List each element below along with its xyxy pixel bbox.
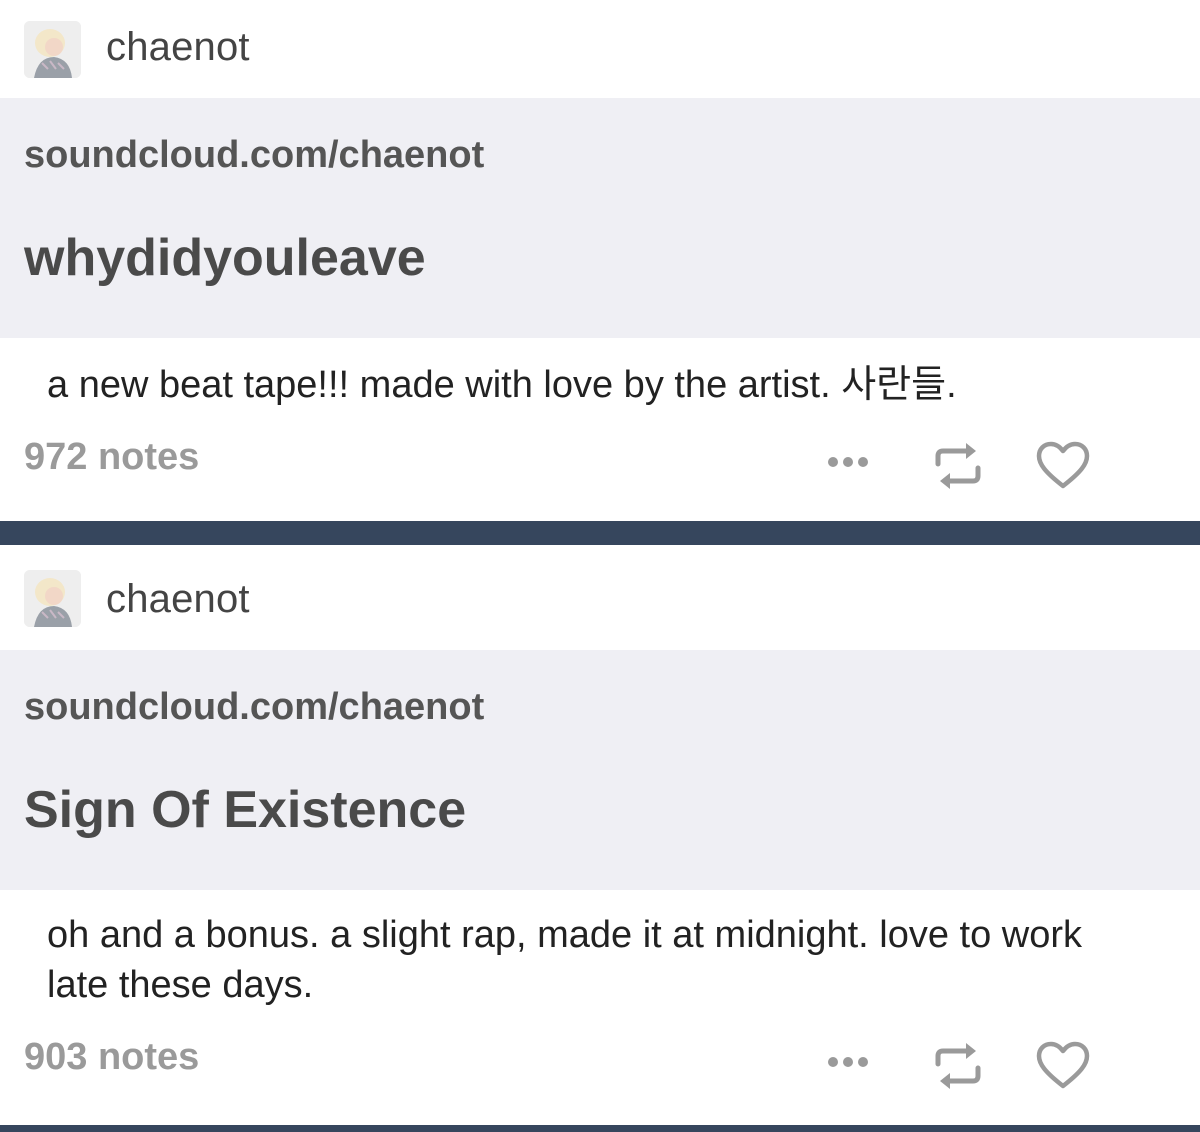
username[interactable]: chaenot xyxy=(106,577,250,622)
link-url[interactable]: soundcloud.com/chaenot xyxy=(24,686,484,729)
post-caption: a new beat tape!!! made with love by the… xyxy=(47,364,957,406)
avatar[interactable] xyxy=(24,570,81,627)
post: chaenot soundcloud.com/chaenot Sign Of E… xyxy=(0,545,1200,1125)
post-footer: 972 notes xyxy=(0,428,1200,518)
post-header: chaenot xyxy=(0,0,1200,98)
dashboard-feed: chaenot soundcloud.com/chaenot whydidyou… xyxy=(0,0,1200,1132)
post-actions xyxy=(820,1028,1200,1118)
more-dots-icon[interactable] xyxy=(820,442,890,482)
link-url[interactable]: soundcloud.com/chaenot xyxy=(24,134,484,177)
link-title[interactable]: whydidyouleave xyxy=(24,228,426,288)
username[interactable]: chaenot xyxy=(106,25,250,70)
post-footer: 903 notes xyxy=(0,1028,1200,1118)
post-divider xyxy=(0,1125,1200,1132)
link-title[interactable]: Sign Of Existence xyxy=(24,780,466,840)
post-caption: oh and a bonus. a slight rap, made it at… xyxy=(47,914,1083,1006)
heart-icon[interactable] xyxy=(1035,1040,1091,1092)
link-card[interactable]: soundcloud.com/chaenot Sign Of Existence xyxy=(0,650,1200,890)
link-card[interactable]: soundcloud.com/chaenot whydidyouleave xyxy=(0,98,1200,338)
heart-icon[interactable] xyxy=(1035,440,1091,492)
post-header: chaenot xyxy=(0,545,1200,650)
avatar[interactable] xyxy=(24,21,81,78)
notes-count[interactable]: 903 notes xyxy=(24,1036,199,1079)
post: chaenot soundcloud.com/chaenot whydidyou… xyxy=(0,0,1200,521)
reblog-icon[interactable] xyxy=(930,440,986,492)
reblog-icon[interactable] xyxy=(930,1040,986,1092)
notes-count[interactable]: 972 notes xyxy=(24,436,199,479)
post-actions xyxy=(820,428,1200,518)
post-divider xyxy=(0,521,1200,545)
more-dots-icon[interactable] xyxy=(820,1042,890,1082)
